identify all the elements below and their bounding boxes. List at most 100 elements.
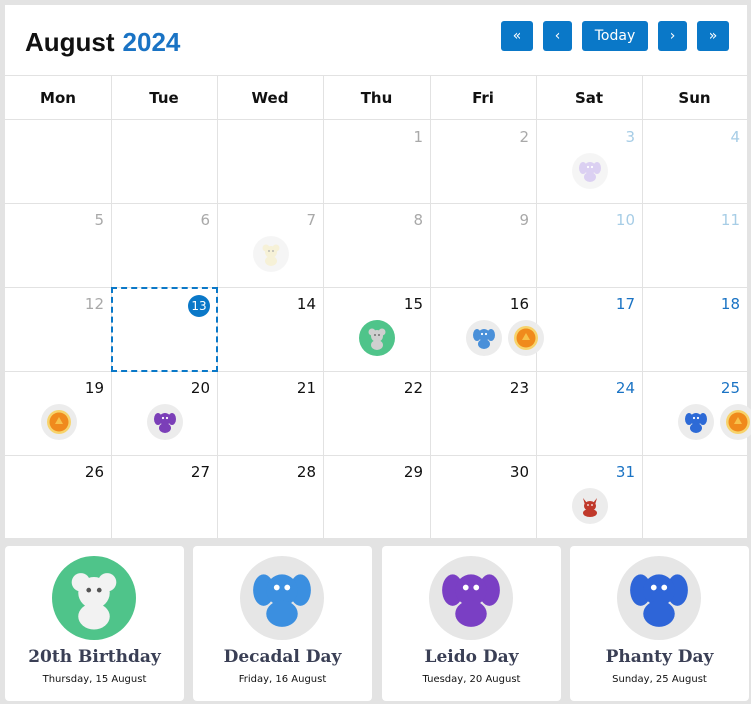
day-cell-18[interactable]: 18	[642, 287, 748, 372]
day-cell-24[interactable]: 24	[536, 371, 643, 456]
day-cell-8[interactable]: 8	[323, 203, 431, 288]
event-card[interactable]: 20th Birthday Thursday, 15 August	[5, 546, 184, 701]
day-number: 28	[296, 463, 316, 481]
day-number: 19	[84, 379, 104, 397]
day-cell-4[interactable]: 4	[642, 120, 748, 204]
day-number: 25	[720, 379, 740, 397]
prev-button[interactable]: ‹	[543, 21, 572, 51]
purple-pet-icon[interactable]	[572, 153, 608, 189]
day-cell-17[interactable]: 17	[536, 287, 643, 372]
yellow-bear-icon[interactable]	[253, 236, 289, 272]
day-number: 21	[296, 379, 316, 397]
day-cell-20[interactable]: 20	[111, 371, 218, 456]
day-number: 20	[190, 379, 210, 397]
day-cell-1[interactable]: 1	[323, 120, 431, 204]
day-number: 16	[509, 295, 529, 313]
day-cell-19[interactable]: 19	[5, 371, 112, 456]
event-card-title: Phanty Day	[605, 647, 714, 667]
day-cell-23[interactable]: 23	[430, 371, 537, 456]
blue-pet-icon[interactable]	[678, 404, 714, 440]
weekday-header-row: Mon Tue Wed Thu Fri Sat Sun	[5, 76, 747, 120]
day-cell-25[interactable]: 25	[642, 371, 751, 456]
last-button[interactable]: »	[697, 21, 729, 51]
day-cell-10[interactable]: 10	[536, 203, 643, 288]
weekday-sun: Sun	[678, 89, 711, 107]
day-cell-30[interactable]: 30	[430, 455, 537, 539]
day-cell-27[interactable]: 27	[111, 455, 218, 539]
day-cell-22[interactable]: 22	[323, 371, 431, 456]
year-label: 2024	[122, 27, 181, 57]
day-cell-9[interactable]: 9	[430, 203, 537, 288]
day-number: 3	[625, 128, 635, 146]
day-number: 9	[519, 211, 529, 229]
day-number: 4	[730, 128, 740, 146]
day-number: 27	[190, 463, 210, 481]
orange-orb-icon[interactable]	[41, 404, 77, 440]
event-card-date: Friday, 16 August	[238, 674, 327, 685]
month-title: August 2024	[25, 27, 180, 57]
bear-icon	[52, 556, 136, 640]
day-number: 22	[403, 379, 423, 397]
day-cell-13[interactable]: 13	[111, 287, 218, 372]
event-card[interactable]: Leido Day Tuesday, 20 August	[382, 546, 561, 701]
weekday-fri: Fri	[472, 89, 494, 107]
day-number: 10	[615, 211, 635, 229]
day-number: 15	[403, 295, 423, 313]
day-number: 23	[509, 379, 529, 397]
weekday-tue: Tue	[149, 89, 179, 107]
bear-icon[interactable]	[359, 320, 395, 356]
day-number: 8	[413, 211, 423, 229]
day-cell-14[interactable]: 14	[217, 287, 324, 372]
weekday-mon: Mon	[40, 89, 76, 107]
day-cell-2[interactable]: 2	[430, 120, 537, 204]
day-cell-5[interactable]: 5	[5, 203, 112, 288]
day-number: 30	[509, 463, 529, 481]
day-cell-12[interactable]: 12	[5, 287, 112, 372]
day-cell-3[interactable]: 3	[536, 120, 643, 204]
day-cell-7[interactable]: 7	[217, 203, 324, 288]
event-card[interactable]: Phanty Day Sunday, 25 August	[570, 546, 749, 701]
day-cell-15[interactable]: 15	[323, 287, 431, 372]
day-number: 13	[188, 295, 210, 317]
blue-pet-icon	[240, 556, 324, 640]
red-pet-icon[interactable]	[572, 488, 608, 524]
day-number: 5	[94, 211, 104, 229]
event-card[interactable]: Decadal Day Friday, 16 August	[193, 546, 372, 701]
blue-pet-icon[interactable]	[466, 320, 502, 356]
purple-pet-icon	[429, 556, 513, 640]
purple-pet-icon[interactable]	[147, 404, 183, 440]
day-cell-6[interactable]: 6	[111, 203, 218, 288]
day-number: 7	[306, 211, 316, 229]
day-number: 6	[200, 211, 210, 229]
event-card-date: Tuesday, 20 August	[422, 674, 521, 685]
day-number: 24	[615, 379, 635, 397]
day-number: 18	[720, 295, 740, 313]
day-number: 12	[84, 295, 104, 313]
calendar: August 2024 « ‹ Today › » Mon Tue Wed Thu Fri…	[5, 5, 751, 539]
day-cell-26[interactable]: 26	[5, 455, 112, 539]
day-number: 14	[296, 295, 316, 313]
orange-orb-icon[interactable]	[720, 404, 751, 440]
weekday-thu: Thu	[360, 89, 393, 107]
next-button[interactable]: ›	[658, 21, 687, 51]
day-cell-21[interactable]: 21	[217, 371, 324, 456]
month-label: August	[25, 27, 115, 57]
weekday-sat: Sat	[574, 89, 604, 107]
event-card-title: 20th Birthday	[28, 647, 161, 667]
event-card-title: Decadal Day	[223, 647, 342, 667]
day-number: 26	[84, 463, 104, 481]
day-number: 29	[403, 463, 423, 481]
day-cell-28[interactable]: 28	[217, 455, 324, 539]
first-button[interactable]: «	[501, 21, 533, 51]
day-cell-29[interactable]: 29	[323, 455, 431, 539]
event-card-title: Leido Day	[424, 647, 519, 667]
event-card-date: Sunday, 25 August	[612, 674, 707, 685]
day-cell-16[interactable]: 16	[430, 287, 544, 372]
day-number: 31	[615, 463, 635, 481]
today-button[interactable]: Today	[582, 21, 648, 51]
day-cell-31[interactable]: 31	[536, 455, 643, 539]
day-number: 2	[519, 128, 529, 146]
weekday-wed: Wed	[251, 89, 289, 107]
blue-pet-icon	[617, 556, 701, 640]
day-cell-11[interactable]: 11	[642, 203, 748, 288]
